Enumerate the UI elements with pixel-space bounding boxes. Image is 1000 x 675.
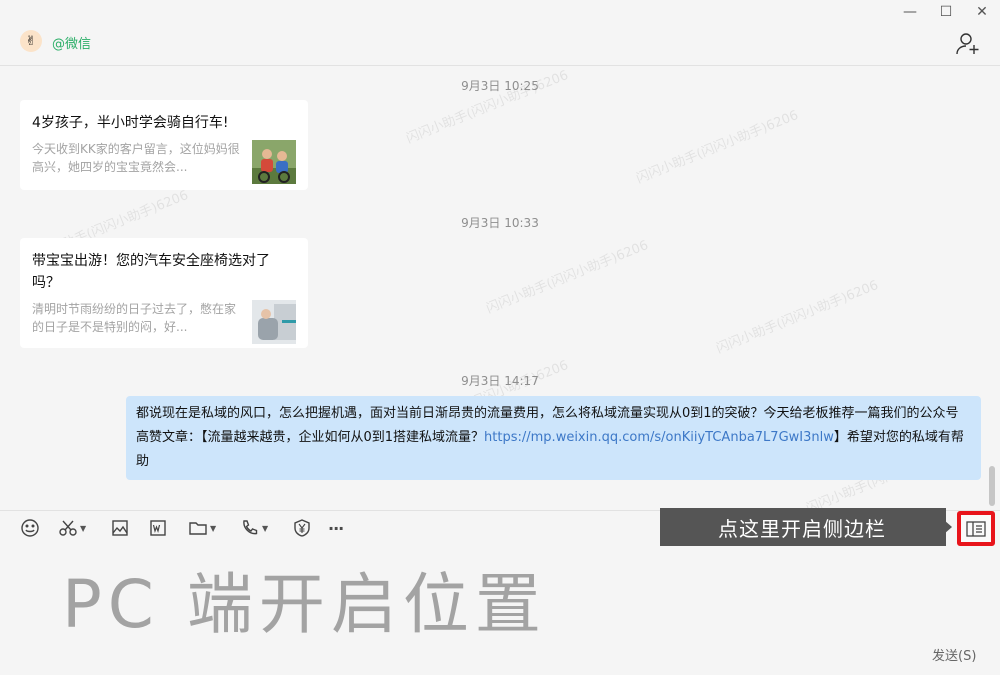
file-button[interactable]: ▼	[188, 516, 216, 540]
article-card-desc: 清明时节雨纷纷的日子过去了，憋在家的日子是不是特别的闷，好...	[32, 302, 237, 334]
image-icon	[112, 520, 128, 536]
word-doc-icon	[150, 520, 166, 536]
phone-icon	[243, 520, 258, 535]
article-card-title: 带宝宝出游！您的汽车安全座椅选对了吗？	[32, 253, 270, 291]
chevron-down-icon: ▼	[262, 523, 269, 533]
article-card-desc: 今天收到KK家的客户留言，这位妈妈很高兴，她四岁的宝宝竟然会...	[32, 142, 240, 174]
folder-icon	[189, 522, 207, 535]
tooltip-arrow	[944, 520, 952, 534]
article-card[interactable]: 带宝宝出游！您的汽车安全座椅选对了吗？ 清明时节雨纷纷的日子过去了，憋在家的日子…	[20, 238, 308, 348]
chat-history[interactable]: 闪闪小助手(闪闪小助手)6206 闪闪小助手(闪闪小助手)6206 闪闪小助手(…	[0, 66, 1000, 510]
article-thumbnail	[252, 140, 296, 184]
chat-scrollbar[interactable]	[989, 466, 995, 506]
document-button[interactable]	[148, 516, 168, 540]
watermark: 闪闪小助手(闪闪小助手)6206	[484, 237, 651, 317]
maximize-button[interactable]: ☐	[934, 2, 958, 22]
transfer-button[interactable]	[292, 516, 312, 540]
image-button[interactable]	[110, 516, 130, 540]
article-thumbnail	[252, 300, 296, 344]
chat-avatar-icon: ✌	[20, 30, 42, 52]
minimize-button[interactable]: —	[898, 2, 922, 22]
message-link[interactable]: https://mp.weixin.qq.com/s/onKiiyTCAnba7…	[484, 430, 834, 445]
emoji-button[interactable]	[20, 516, 40, 540]
message-timestamp: 9月3日 10:33	[461, 216, 539, 230]
scissors-icon	[59, 520, 77, 536]
watermark: 闪闪小助手(闪闪小助手)6206	[634, 107, 801, 187]
yuan-shield-icon	[294, 519, 310, 537]
message-timestamp: 9月3日 10:25	[461, 79, 539, 93]
more-button[interactable]: ···	[328, 516, 344, 540]
chevron-down-icon: ▼	[210, 523, 217, 533]
screenshot-button[interactable]: ▼	[58, 516, 86, 540]
close-button[interactable]: ✕	[970, 2, 994, 22]
article-card-title: 4岁孩子，半小时学会骑自行车!	[32, 115, 229, 131]
call-button[interactable]: ▼	[240, 516, 268, 540]
article-card[interactable]: 4岁孩子，半小时学会骑自行车! 今天收到KK家的客户留言，这位妈妈很高兴，她四岁…	[20, 100, 308, 190]
message-timestamp: 9月3日 14:17	[461, 374, 539, 388]
send-button[interactable]: 发送(S)	[932, 645, 976, 664]
sidebar-panel-icon	[966, 520, 986, 537]
chevron-down-icon: ▼	[80, 523, 87, 533]
add-member-icon[interactable]	[955, 31, 981, 57]
title-bar: — ☐ ✕ ✌ @微信	[0, 0, 1000, 66]
watermark: 闪闪小助手(闪闪小助手)6206	[714, 277, 881, 357]
sidebar-toggle-button[interactable]	[957, 511, 995, 546]
emoji-icon	[21, 519, 39, 537]
sent-message-bubble[interactable]: 都说现在是私域的风口，怎么把握机遇，面对当前日渐昂贵的流量费用，怎么将私域流量实…	[126, 396, 981, 480]
sidebar-tooltip: 点这里开启侧边栏	[660, 508, 946, 546]
overlay-caption: PC 端开启位置	[62, 566, 547, 643]
chat-title: @微信	[52, 37, 92, 52]
